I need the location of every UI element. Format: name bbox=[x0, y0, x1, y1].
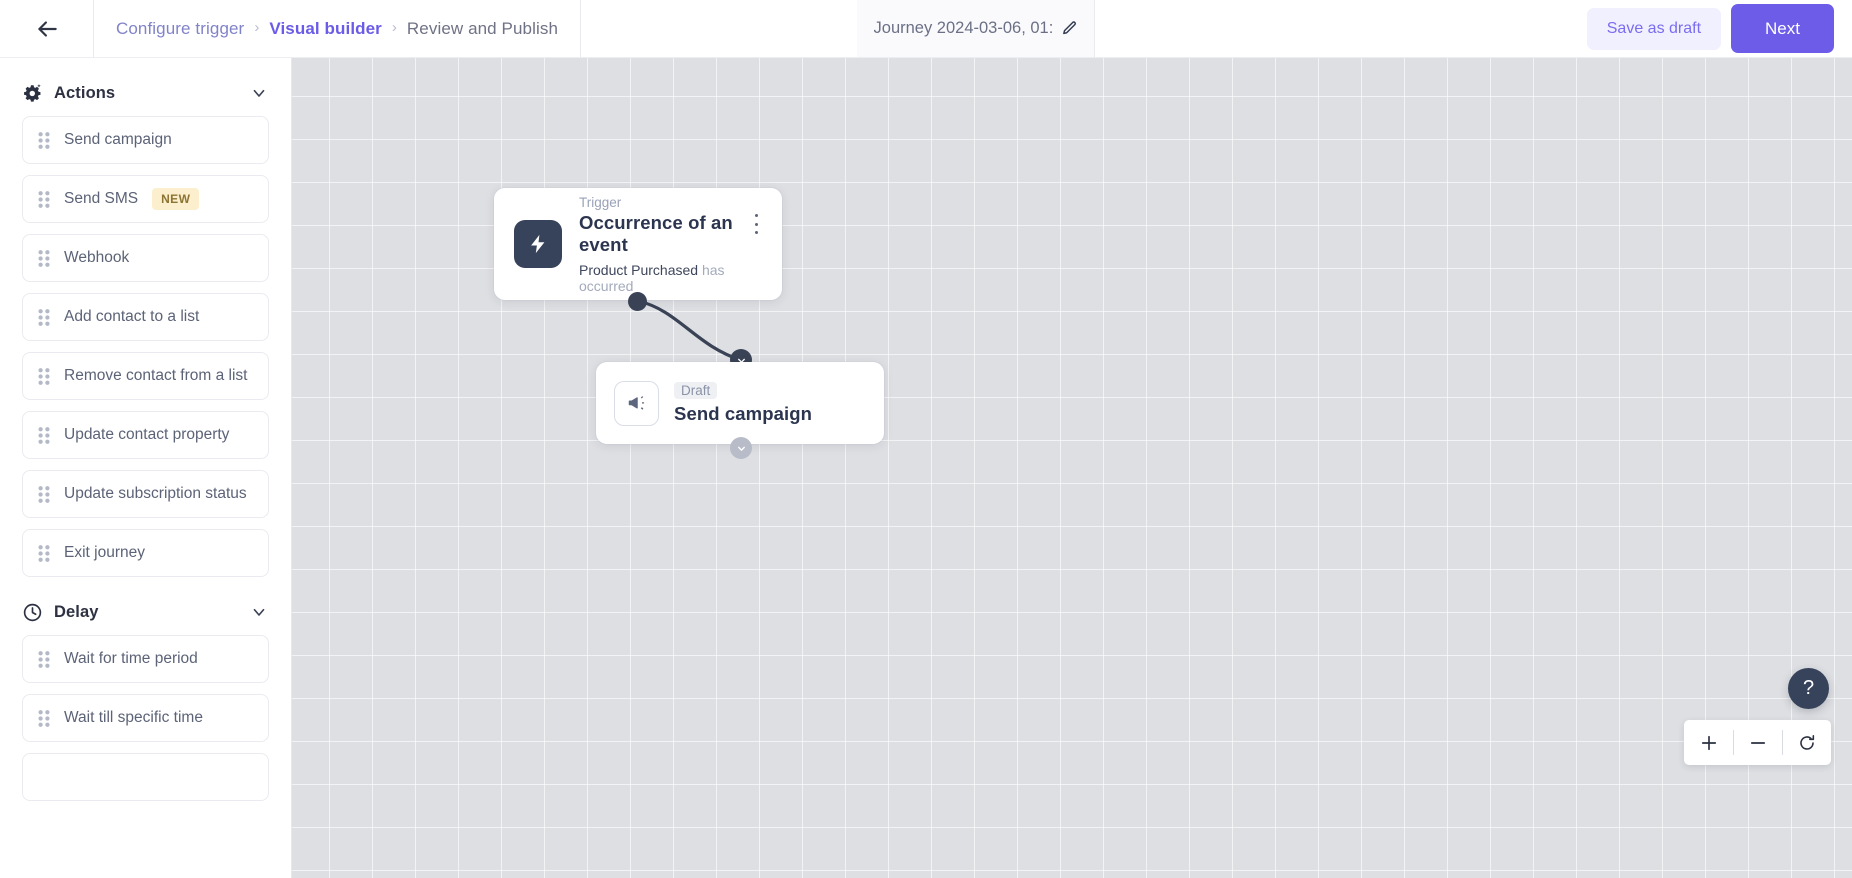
sidebar-item-label: Wait till specific time bbox=[64, 709, 203, 726]
journey-title-container: Journey 2024-03-06, 01: bbox=[857, 0, 1096, 57]
connector-edges bbox=[636, 299, 743, 362]
sidebar-item-send-sms[interactable]: Send SMS NEW bbox=[22, 175, 269, 223]
component-sidebar[interactable]: Actions Send campaign Send SMS NEW Webho… bbox=[0, 58, 292, 878]
sidebar-group-actions[interactable]: Actions bbox=[22, 70, 269, 116]
save-as-draft-button[interactable]: Save as draft bbox=[1586, 7, 1722, 50]
breadcrumb-item-configure-trigger[interactable]: Configure trigger bbox=[116, 19, 244, 39]
trigger-event-name: Product Purchased bbox=[579, 261, 699, 278]
sidebar-group-title: Delay bbox=[54, 602, 99, 621]
clock-icon bbox=[22, 602, 43, 623]
app-body: Actions Send campaign Send SMS NEW Webho… bbox=[0, 58, 1852, 878]
sidebar-item-label: Update contact property bbox=[64, 426, 230, 443]
sidebar-group-delay[interactable]: Delay bbox=[22, 589, 269, 635]
arrow-left-icon bbox=[34, 16, 60, 42]
zoom-in-button[interactable] bbox=[1684, 720, 1733, 765]
drag-handle-icon[interactable] bbox=[38, 249, 50, 267]
sidebar-item-label: Remove contact from a list bbox=[64, 367, 248, 384]
breadcrumb-item-visual-builder[interactable]: Visual builder bbox=[269, 19, 382, 39]
chevron-down-icon[interactable] bbox=[250, 603, 268, 621]
next-button[interactable]: Next bbox=[1731, 4, 1834, 53]
sidebar-item-send-campaign[interactable]: Send campaign bbox=[22, 116, 269, 164]
reset-rotate-icon bbox=[1797, 733, 1817, 753]
sidebar-item-label: Send SMS bbox=[64, 190, 139, 207]
app-header: Configure trigger › Visual builder › Rev… bbox=[0, 0, 1852, 58]
send-campaign-node-title: Send campaign bbox=[674, 402, 813, 424]
trigger-node-title: Occurrence of an event bbox=[579, 211, 733, 255]
status-badge-new: NEW bbox=[152, 188, 200, 210]
sidebar-item-label: Exit journey bbox=[64, 544, 145, 561]
drag-handle-icon[interactable] bbox=[38, 485, 50, 503]
lightning-bolt-icon bbox=[514, 220, 562, 268]
sidebar-item-partial[interactable] bbox=[22, 753, 269, 801]
drag-handle-icon[interactable] bbox=[38, 308, 50, 326]
trigger-node-description: Product Purchased has occurred bbox=[579, 262, 762, 294]
drag-handle-icon[interactable] bbox=[38, 190, 50, 208]
sidebar-item-label: Webhook bbox=[64, 249, 130, 266]
sidebar-item-label: Add contact to a list bbox=[64, 308, 200, 325]
plus-icon bbox=[1699, 733, 1719, 753]
breadcrumb-separator: › bbox=[254, 19, 260, 36]
connection-source-dot[interactable] bbox=[628, 292, 647, 311]
sidebar-item-label: Send campaign bbox=[64, 131, 172, 148]
sidebar-item-add-contact-to-a-list[interactable]: Add contact to a list bbox=[22, 293, 269, 341]
app-root: Configure trigger › Visual builder › Rev… bbox=[0, 0, 1852, 878]
status-badge-draft: Draft bbox=[674, 381, 718, 399]
drag-handle-icon[interactable] bbox=[38, 426, 50, 444]
gear-sparkle-icon bbox=[22, 83, 43, 104]
header-middle: Journey 2024-03-06, 01: bbox=[581, 0, 1587, 57]
header-actions: Save as draft Next bbox=[1586, 0, 1852, 57]
breadcrumb: Configure trigger › Visual builder › Rev… bbox=[93, 0, 582, 57]
breadcrumb-separator: › bbox=[391, 19, 397, 36]
drag-handle-icon[interactable] bbox=[38, 709, 50, 727]
sidebar-item-label: Wait for time period bbox=[64, 650, 198, 667]
sidebar-item-label: Update subscription status bbox=[64, 485, 247, 502]
journey-canvas[interactable]: Trigger Occurrence of an event Product P… bbox=[292, 58, 1852, 878]
drag-handle-icon[interactable] bbox=[38, 131, 50, 149]
zoom-controls bbox=[1684, 720, 1831, 765]
add-next-step-chevron-icon[interactable] bbox=[730, 437, 752, 459]
sidebar-group-title: Actions bbox=[54, 83, 116, 102]
help-button[interactable]: ? bbox=[1788, 668, 1829, 709]
sidebar-item-update-contact-property[interactable]: Update contact property bbox=[22, 411, 269, 459]
sidebar-item-wait-for-time-period[interactable]: Wait for time period bbox=[22, 635, 269, 683]
zoom-out-button[interactable] bbox=[1733, 720, 1782, 765]
megaphone-icon bbox=[614, 380, 659, 426]
minus-icon bbox=[1748, 733, 1768, 753]
drag-handle-icon[interactable] bbox=[38, 367, 50, 385]
sidebar-item-update-subscription-status[interactable]: Update subscription status bbox=[22, 470, 269, 518]
send-campaign-node[interactable]: Draft Send campaign bbox=[596, 362, 884, 444]
sidebar-item-webhook[interactable]: Webhook bbox=[22, 234, 269, 282]
reset-zoom-button[interactable] bbox=[1782, 720, 1831, 765]
drag-handle-icon[interactable] bbox=[38, 544, 50, 562]
journey-title: Journey 2024-03-06, 01: bbox=[873, 19, 1052, 37]
breadcrumb-item-review-and-publish[interactable]: Review and Publish bbox=[407, 19, 558, 39]
pencil-icon[interactable] bbox=[1061, 20, 1078, 37]
sidebar-item-exit-journey[interactable]: Exit journey bbox=[22, 529, 269, 577]
chevron-down-icon[interactable] bbox=[250, 84, 268, 102]
kebab-menu-icon[interactable] bbox=[748, 214, 764, 234]
sidebar-item-remove-contact-from-a-list[interactable]: Remove contact from a list bbox=[22, 352, 269, 400]
back-button[interactable] bbox=[0, 0, 93, 57]
trigger-node[interactable]: Trigger Occurrence of an event Product P… bbox=[494, 188, 782, 300]
trigger-node-kicker: Trigger bbox=[579, 194, 622, 210]
drag-handle-icon[interactable] bbox=[38, 650, 50, 668]
trigger-node-body: Trigger Occurrence of an event Product P… bbox=[579, 195, 762, 294]
sidebar-item-wait-till-specific-time[interactable]: Wait till specific time bbox=[22, 694, 269, 742]
send-campaign-node-body: Draft Send campaign bbox=[674, 381, 813, 425]
